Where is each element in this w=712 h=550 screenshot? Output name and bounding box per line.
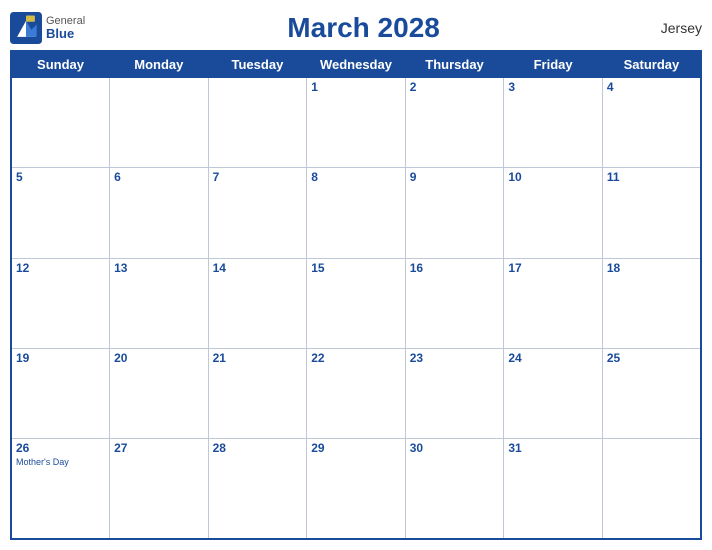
days-header-row: Sunday Monday Tuesday Wednesday Thursday…: [11, 51, 701, 78]
calendar-cell: 25: [602, 348, 701, 438]
calendar-cell: 29: [307, 439, 406, 539]
calendar-cell: 5: [11, 168, 110, 258]
day-number: 24: [508, 351, 598, 365]
calendar-cell: [110, 78, 209, 168]
day-number: 11: [607, 170, 696, 184]
day-number: 7: [213, 170, 303, 184]
day-number: 14: [213, 261, 303, 275]
header-saturday: Saturday: [602, 51, 701, 78]
calendar-cell: 11: [602, 168, 701, 258]
day-number: 30: [410, 441, 500, 455]
calendar-cell: 2: [405, 78, 504, 168]
day-number: 17: [508, 261, 598, 275]
day-number: 29: [311, 441, 401, 455]
day-number: 2: [410, 80, 500, 94]
day-number: 20: [114, 351, 204, 365]
calendar-cell: 27: [110, 439, 209, 539]
region-label: Jersey: [642, 20, 702, 36]
header-friday: Friday: [504, 51, 603, 78]
header-sunday: Sunday: [11, 51, 110, 78]
calendar-cell: 23: [405, 348, 504, 438]
calendar-cell: 20: [110, 348, 209, 438]
day-number: 31: [508, 441, 598, 455]
day-number: 18: [607, 261, 696, 275]
calendar-cell: [208, 78, 307, 168]
week-row-5: 26 Mother's Day 27 28 29 30 31: [11, 439, 701, 539]
day-number: 27: [114, 441, 204, 455]
day-number: 21: [213, 351, 303, 365]
calendar-page: General Blue March 2028 Jersey Sunday Mo…: [0, 0, 712, 550]
calendar-cell: 22: [307, 348, 406, 438]
header-monday: Monday: [110, 51, 209, 78]
calendar-cell: 7: [208, 168, 307, 258]
week-row-1: 1234: [11, 78, 701, 168]
week-row-3: 12 13 14 15 16 17 18: [11, 258, 701, 348]
day-number: 26: [16, 441, 105, 455]
day-number: 25: [607, 351, 696, 365]
calendar-cell: 1: [307, 78, 406, 168]
day-number: 3: [508, 80, 598, 94]
day-number: 5: [16, 170, 105, 184]
calendar-cell: [11, 78, 110, 168]
day-number: 8: [311, 170, 401, 184]
calendar-cell: 3: [504, 78, 603, 168]
calendar-cell: 10: [504, 168, 603, 258]
calendar-cell: [602, 439, 701, 539]
day-number: 10: [508, 170, 598, 184]
calendar-cell: 31: [504, 439, 603, 539]
header-wednesday: Wednesday: [307, 51, 406, 78]
calendar-title: March 2028: [85, 12, 642, 44]
logo-blue-text: Blue: [46, 27, 85, 41]
calendar-cell: 9: [405, 168, 504, 258]
day-number: 28: [213, 441, 303, 455]
calendar-cell: 4: [602, 78, 701, 168]
day-number: 22: [311, 351, 401, 365]
day-number: 6: [114, 170, 204, 184]
header-thursday: Thursday: [405, 51, 504, 78]
calendar-cell: 13: [110, 258, 209, 348]
holiday-label: Mother's Day: [16, 457, 105, 467]
calendar-cell: 15: [307, 258, 406, 348]
generalblue-logo-icon: [10, 12, 42, 44]
day-number: 23: [410, 351, 500, 365]
calendar-cell: 21: [208, 348, 307, 438]
calendar-cell: 19: [11, 348, 110, 438]
week-row-4: 19 20 21 22 23 24 25: [11, 348, 701, 438]
day-number: 1: [311, 80, 401, 94]
calendar-cell: 30: [405, 439, 504, 539]
logo-text: General Blue: [46, 15, 85, 41]
calendar-cell: 6: [110, 168, 209, 258]
day-number: 12: [16, 261, 105, 275]
day-number: 4: [607, 80, 696, 94]
calendar-cell: 14: [208, 258, 307, 348]
header-tuesday: Tuesday: [208, 51, 307, 78]
logo-area: General Blue: [10, 12, 85, 44]
calendar-cell: 28: [208, 439, 307, 539]
day-number: 13: [114, 261, 204, 275]
day-number: 16: [410, 261, 500, 275]
day-number: 9: [410, 170, 500, 184]
week-row-2: 56789 10 11: [11, 168, 701, 258]
day-number: 15: [311, 261, 401, 275]
calendar-cell: 26 Mother's Day: [11, 439, 110, 539]
calendar-cell: 16: [405, 258, 504, 348]
calendar-header: General Blue March 2028 Jersey: [10, 8, 702, 50]
calendar-cell: 12: [11, 258, 110, 348]
calendar-cell: 17: [504, 258, 603, 348]
calendar-cell: 18: [602, 258, 701, 348]
calendar-table: Sunday Monday Tuesday Wednesday Thursday…: [10, 50, 702, 540]
calendar-cell: 24: [504, 348, 603, 438]
calendar-cell: 8: [307, 168, 406, 258]
day-number: 19: [16, 351, 105, 365]
